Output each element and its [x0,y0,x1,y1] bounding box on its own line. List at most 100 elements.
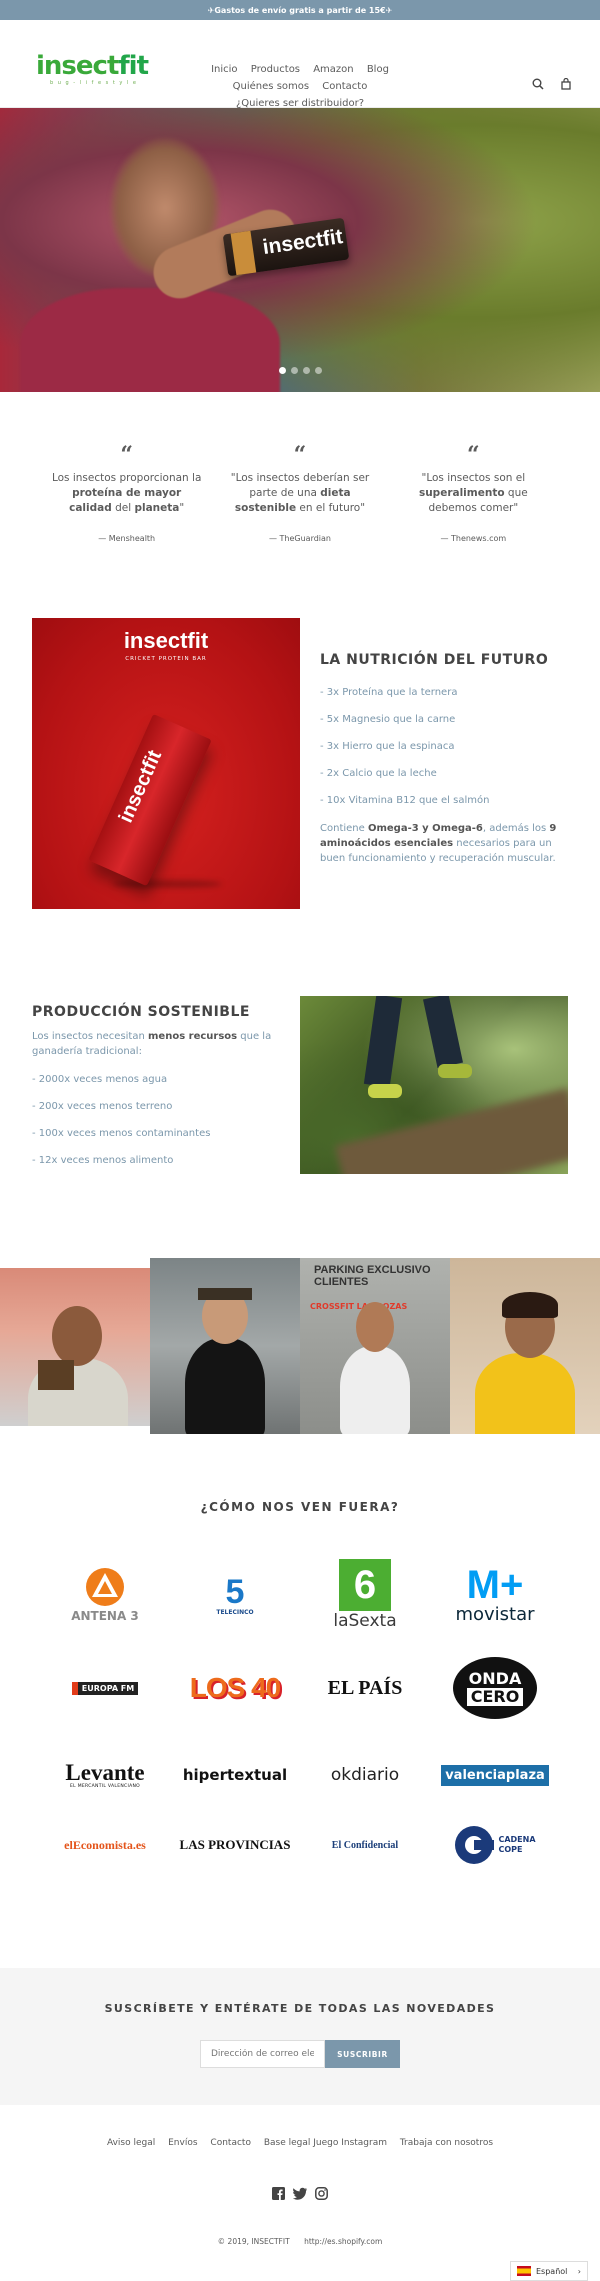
copyright-text[interactable]: © 2019, INSECTFIT [218,2237,290,2246]
quote-text: Los insectos proporcionan la proteína de… [51,472,202,514]
telecinco-logo: 5 TELECINCO [216,1572,254,1616]
customer-photo-4 [450,1258,600,1434]
production-paragraph: Los insectos necesitan menos recursos qu… [32,1031,272,1057]
nav-blog[interactable]: Blog [367,64,389,75]
nav-amazon[interactable]: Amazon [313,64,353,75]
quote-icon: “ [120,442,133,468]
hero-bar-text: insectfit [261,225,345,260]
protein-bar-pack: insectfit [88,713,212,887]
shopify-link[interactable]: http://es.shopify.com [304,2237,382,2246]
crossfit-sign-text: CROSSFIT LAS ROZAS [310,1302,408,1311]
slideshow-dots [0,367,600,374]
lasexta-logo: 6 laSexta [333,1559,397,1631]
quote-icon: “ [466,442,480,468]
facebook-icon[interactable] [272,2187,285,2200]
list-item: - 2000x veces menos agua [32,1074,168,1085]
antena3-logo: ANTENA 3 [71,1567,139,1623]
slide-dot-3[interactable] [302,367,310,374]
slide-dot-2[interactable] [290,367,298,374]
footer-link-aviso-legal[interactable]: Aviso legal [107,2138,155,2148]
press-title: ¿CÓMO NOS VEN FUERA? [200,1500,400,1514]
cope-logo: CADENA COPE [454,1825,536,1865]
okdiario-logo: okdiario [330,1765,400,1785]
quote-icon: “ [293,442,307,468]
logo-brand-b: fit [118,51,149,81]
language-selector[interactable]: Español › [510,2261,588,2281]
search-icon[interactable] [532,78,544,90]
list-item: - 200x veces menos terreno [32,1101,173,1112]
chevron-right-icon: › [577,2266,581,2276]
nav-productos[interactable]: Productos [251,64,300,75]
main-nav: Inicio Productos Amazon Blog Quiénes som… [200,61,400,112]
social-links [0,2187,600,2200]
spain-flag-icon [517,2266,531,2276]
list-item: - 3x Proteína que la ternera [320,687,458,698]
slide-dot-1[interactable] [278,367,286,374]
hero-slideshow[interactable]: insectfit [0,108,600,392]
eleconomista-logo: elEconomista.es [64,1837,146,1852]
list-item: - 3x Hierro que la espinaca [320,741,455,752]
nutrition-section: LA NUTRICIÓN DEL FUTURO - 3x Proteína qu… [320,652,570,866]
production-title: PRODUCCIÓN SOSTENIBLE [32,1004,250,1020]
list-item: - 2x Calcio que la leche [320,768,437,779]
nutrition-paragraph: Contiene Omega-3 y Omega-6, además los 9… [320,823,557,864]
nav-inicio[interactable]: Inicio [211,64,237,75]
customer-photo-1 [0,1268,150,1426]
list-item: - 10x Vitamina B12 que el salmón [320,795,490,806]
quote-item: “ "Los insectos son el superalimento que… [387,442,560,543]
footer-link-base-legal[interactable]: Base legal Juego Instagram [264,2138,387,2148]
twitter-icon[interactable] [293,2187,307,2200]
slide-dot-4[interactable] [314,367,322,374]
movistar-logo: M+ movistar [455,1563,535,1625]
newsletter-title: SUSCRÍBETE Y ENTÉRATE DE TODAS LAS NOVED… [104,2002,496,2015]
nutrition-list: - 3x Proteína que la ternera - 5x Magnes… [320,686,570,866]
image-subtitle: CRICKET PROTEIN BAR [125,656,207,662]
los40-logo: LOS 40 [189,1672,281,1703]
protein-bar-image: insectfit CRICKET PROTEIN BAR insectfit [32,618,300,909]
press-logos: ANTENA 3 5 TELECINCO 6 laSexta M+ movist… [40,1553,560,1879]
quote-text: "Los insectos deberían ser parte de una … [230,472,370,514]
customer-photo-3: PARKING EXCLUSIVO CLIENTES CROSSFIT LAS … [300,1258,450,1434]
testimonials: “ Los insectos proporcionan la proteína … [40,442,560,543]
customer-photos: PARKING EXCLUSIVO CLIENTES CROSSFIT LAS … [0,1258,600,1434]
logo-brand-a: insect [36,51,119,81]
list-item: - 100x veces menos contaminantes [32,1128,211,1139]
ondacero-logo: ONDA CERO [453,1657,537,1719]
newsletter-form: SUSCRIBIR [200,2040,400,2068]
nutrition-title: LA NUTRICIÓN DEL FUTURO [320,652,549,668]
footer-link-trabaja[interactable]: Trabaja con nosotros [400,2138,493,2148]
email-input[interactable] [200,2040,325,2068]
quote-source: — TheGuardian [268,534,331,543]
hero-image-shirt [20,288,280,392]
announcement-bar[interactable]: ✈Gastos de envío gratis a partir de 15€✈ [0,0,600,20]
footer-link-contacto[interactable]: Contacto [210,2138,251,2148]
footer-links: Aviso legal Envíos Contacto Base legal J… [0,2138,600,2148]
levante-logo: Levante EL MERCANTIL VALENCIANO [65,1759,145,1789]
language-label: Español [536,2266,568,2276]
logo[interactable]: insectfit b u g - l i f e s t y l e [36,51,149,86]
quote-item: “ "Los insectos deberían ser parte de un… [213,442,386,543]
cart-icon[interactable] [560,78,572,90]
logo-tagline: b u g - l i f e s t y l e [50,80,138,86]
copyright: © 2019, INSECTFIT http://es.shopify.com [0,2237,600,2246]
lasprovincias-logo: LAS PROVINCIAS [179,1837,291,1852]
elpais-logo: EL PAÍS [327,1676,403,1699]
valenciaplaza-logo: valenciaplaza [441,1764,549,1786]
forest-runner-image [300,996,568,1174]
quote-text: "Los insectos son el superalimento que d… [418,472,528,514]
newsletter-section: SUSCRÍBETE Y ENTÉRATE DE TODAS LAS NOVED… [0,1968,600,2105]
europafm-logo: EUROPA FM [71,1681,139,1695]
elconfidencial-logo: El Confidencial [331,1839,399,1851]
production-list: Los insectos necesitan menos recursos qu… [32,1029,282,1168]
nav-quienes-somos[interactable]: Quiénes somos [233,81,309,92]
quote-item: “ Los insectos proporcionan la proteína … [40,442,213,543]
quote-source: — Menshealth [98,534,156,543]
image-logo-text: insectfit [123,628,209,653]
quote-source: — Thenews.com [440,534,507,543]
instagram-icon[interactable] [315,2187,328,2200]
footer-link-envios[interactable]: Envíos [168,2138,197,2148]
subscribe-button[interactable]: SUSCRIBIR [325,2040,400,2068]
nav-contacto[interactable]: Contacto [322,81,367,92]
list-item: - 5x Magnesio que la carne [320,714,456,725]
production-section: PRODUCCIÓN SOSTENIBLE Los insectos neces… [32,1004,282,1168]
